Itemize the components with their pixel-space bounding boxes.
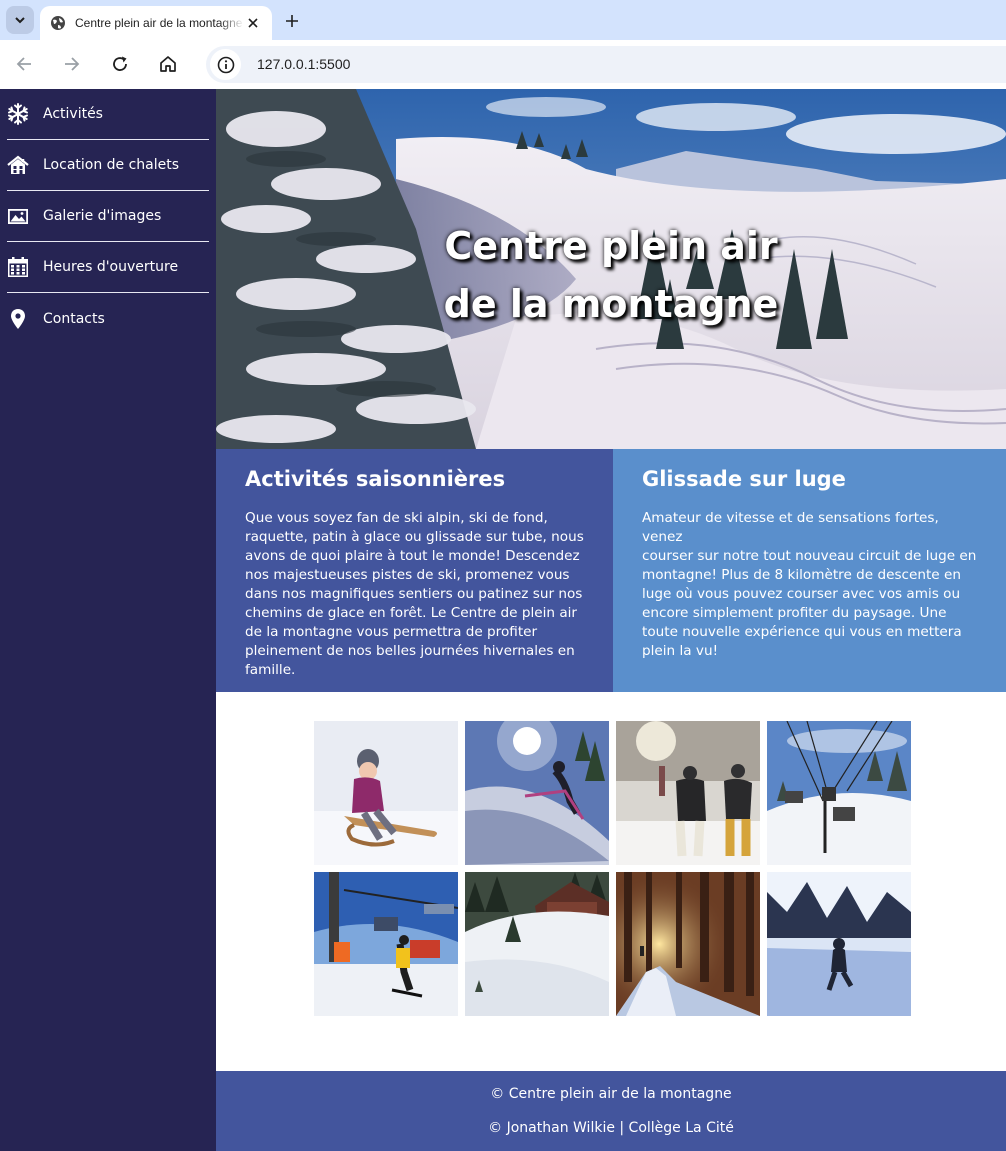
close-tab-button[interactable] [244,14,262,32]
text-line: toute nouvelle expérience qui vous en me… [642,624,962,640]
gallery-image-hikers[interactable] [616,721,760,865]
new-tab-button[interactable] [280,9,304,33]
text-line: luge où vous pouvez courser avec vos ami… [642,586,961,602]
info-icon [217,56,234,73]
home-button[interactable] [155,51,181,77]
activites-saisonnieres-panel: Activités saisonnières Que vous soyez fa… [216,449,613,692]
house-icon [7,154,29,176]
gallery-image-forest-path[interactable] [616,872,760,1016]
text-line: de la montagne vous permettra de profite… [245,624,538,640]
text-line: avons de quoi plaire à tout le monde! De… [245,548,580,564]
text-line: courser sur notre tout nouveau circuit d… [642,548,977,564]
glissade-luge-panel: Glissade sur luge Amateur de vitesse et … [613,449,1006,692]
panel-text: Amateur de vitesse et de sensations fort… [642,509,977,661]
calendar-icon [7,256,29,278]
hero-title: Centre plein air de la montagne [216,217,1006,333]
gallery-image-ice-skater[interactable] [767,872,911,1016]
snowflake-icon [7,103,29,125]
image-icon [7,205,29,227]
browser-tab[interactable]: Centre plein air de la montagne [40,6,272,40]
tab-title: Centre plein air de la montagne [75,16,243,30]
gallery-image-skier-sun[interactable] [465,721,609,865]
text-line: raquette, patin à glace ou glissade sur … [245,529,584,545]
sidebar-item-location-chalets[interactable]: Location de chalets [7,140,209,191]
text-line: montagne! Plus de 8 kilomètre de descent… [642,567,961,583]
location-pin-icon [7,308,29,330]
text-line: encore simplement profiter du paysage. U… [642,605,947,621]
reload-button[interactable] [107,51,133,77]
text-line: Amateur de vitesse et de sensations fort… [642,510,939,545]
sidebar-item-label: Contacts [43,310,105,327]
browser-tab-bar: Centre plein air de la montagne [0,0,1006,40]
sidebar-item-contacts[interactable]: Contacts [7,293,209,344]
sidebar-nav: Activités Location de chalets Galerie d'… [0,89,216,1151]
text-line: pleinement de nos belles journées hivern… [245,643,575,659]
footer-copyright: © Centre plein air de la montagne [490,1086,732,1102]
gallery-image-snowboarder[interactable] [314,872,458,1016]
arrow-right-icon [65,57,80,71]
sidebar-item-label: Location de chalets [43,157,180,173]
chevron-down-icon [15,17,25,24]
text-line: dans nos magnifiques sentiers ou patinez… [245,586,583,602]
footer-credits: © Jonathan Wilkie | Collège La Cité [488,1120,734,1136]
hero-title-line: de la montagne [443,282,779,326]
globe-icon [51,16,65,30]
browser-toolbar: 127.0.0.1:5500 [0,40,1006,89]
sidebar-item-label: Galerie d'images [43,208,162,224]
text-line: Que vous soyez fan de ski alpin, ski de … [245,510,548,526]
page-footer: © Centre plein air de la montagne © Jona… [216,1071,1006,1151]
close-icon [248,18,258,28]
address-bar[interactable]: 127.0.0.1:5500 [206,46,1006,83]
panel-title: Activités saisonnières [245,467,506,491]
text-line: plein la vu! [642,643,719,659]
text-line: chemins de glace en forêt. Le Centre de … [245,605,578,621]
gallery-image-chairlift[interactable] [767,721,911,865]
url-text: 127.0.0.1:5500 [257,56,351,72]
panel-text: Que vous soyez fan de ski alpin, ski de … [245,509,584,680]
sidebar-item-label: Activités [43,106,103,122]
home-icon [160,56,176,72]
sidebar-item-heures[interactable]: Heures d'ouverture [7,242,209,293]
back-button[interactable] [11,51,37,77]
hero-title-line: Centre plein air [444,224,778,268]
hero-banner: Centre plein air de la montagne [216,89,1006,449]
panel-title: Glissade sur luge [642,467,846,491]
sidebar-item-label: Heures d'ouverture [43,259,179,275]
tab-search-button[interactable] [6,6,34,34]
reload-icon [113,56,127,71]
gallery-image-chalet[interactable] [465,872,609,1016]
text-line: nos majestueuses pistes de ski, promenez… [245,567,570,583]
forward-button[interactable] [59,51,85,77]
site-info-button[interactable] [210,49,241,80]
sidebar-item-activites[interactable]: Activités [7,89,209,140]
sidebar-item-galerie[interactable]: Galerie d'images [7,191,209,242]
arrow-left-icon [16,57,31,71]
plus-icon [286,15,298,27]
text-line: famille. [245,662,296,678]
gallery-image-child-sled[interactable] [314,721,458,865]
